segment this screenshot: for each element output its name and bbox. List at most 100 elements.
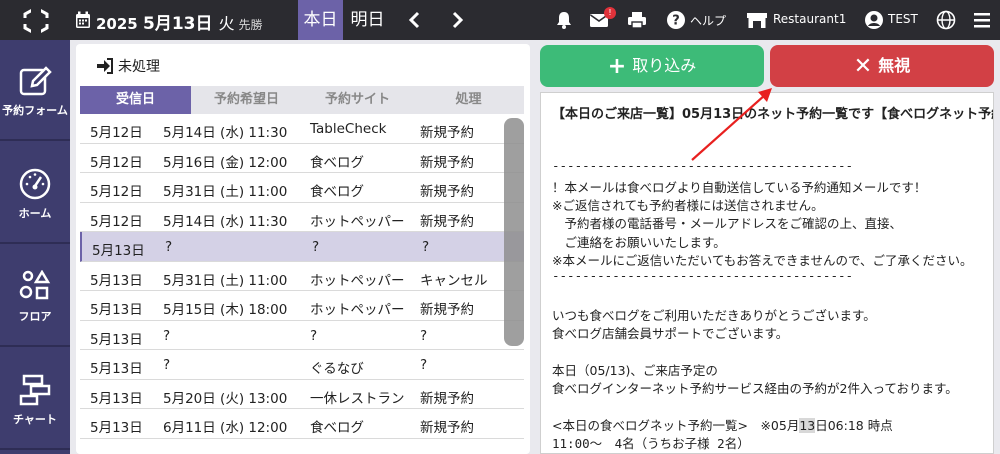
cell-site: ホットペッパー [310, 302, 405, 318]
cell-action: ? [420, 327, 428, 344]
restaurant-selector[interactable]: Restaurant1 [773, 12, 846, 26]
sidebar-item-label: チャート [13, 413, 57, 426]
cell-site: ぐるなび [310, 361, 364, 377]
cell-received: 5月12日 [90, 184, 143, 200]
cell-received: 5月13日 [90, 272, 143, 289]
calendar-icon[interactable] [75, 11, 91, 29]
notification-badge: ! [604, 7, 616, 19]
edit-icon [19, 66, 52, 96]
table-row[interactable]: 5月13日??? [80, 321, 524, 350]
tomorrow-button[interactable]: 明日 [345, 0, 390, 40]
import-button[interactable]: + 取り込み [540, 45, 764, 87]
table-row[interactable]: 5月13日 5月20日 (火) 13:00 一休レストラン 新規予約 [80, 380, 524, 409]
mail-line: <本日の食べログネット予約一覧> ※05月13日06:18 時点 [552, 415, 893, 434]
table-row[interactable]: 5月13日 5月15日 (木) 18:00 ホットペッパー 新規予約 [80, 291, 524, 321]
cell-action: 新規予約 [420, 213, 474, 230]
column-header-action[interactable]: 処理 [413, 86, 524, 114]
mail-preview[interactable]: 【本日のご来店一覧】05月13日のネット予約一覧です【食べログネット予約】 --… [540, 92, 994, 454]
table-row[interactable]: 5月13日? ぐるなび? [80, 350, 524, 380]
cell-received: 5月13日 [90, 420, 143, 436]
column-header-received[interactable]: 受信日 [80, 86, 191, 114]
sidebar-item-label: 予約フォーム [2, 104, 68, 117]
table-row-selected[interactable]: 5月13日??? [80, 232, 524, 262]
mail-line: 食べログインターネット予約サービス経由の予約が2件入っております。 [552, 381, 958, 396]
cell-requested: ? [163, 357, 171, 373]
close-icon: ✕ [853, 54, 873, 79]
today-button[interactable]: 本日 [298, 0, 343, 40]
printer-icon[interactable] [627, 10, 647, 30]
table-row[interactable]: 5月12日 5月31日 (土) 11:00 食べログ 新規予約 [80, 173, 524, 203]
store-icon[interactable] [746, 10, 768, 30]
date-weekday: 火 [218, 14, 235, 33]
sidebar-item-home[interactable]: ホーム [0, 143, 70, 244]
cell-site: ホットペッパー [310, 272, 405, 289]
cell-action: 新規予約 [420, 420, 474, 436]
next-day-button[interactable] [446, 0, 470, 40]
column-header-requested-date[interactable]: 予約希望日 [191, 86, 302, 114]
sidebar-item-chart[interactable]: チャート [0, 349, 70, 450]
table-header: 受信日 予約希望日 予約サイト 処理 [80, 86, 524, 114]
column-header-site[interactable]: 予約サイト [302, 86, 413, 114]
cell-requested: 5月14日 (水) 11:30 [163, 213, 288, 230]
cell-requested: 5月31日 (土) 11:00 [163, 184, 288, 200]
mail-line-part: <本日の食べログネット予約一覧> ※05月 [552, 418, 800, 433]
cell-action: 新規予約 [420, 125, 474, 141]
svg-text:?: ? [672, 14, 680, 29]
cell-received: 5月13日 [90, 361, 143, 377]
cell-requested: ? [163, 327, 171, 344]
top-bar: 2025 5月13日火先勝 本日 明日 ! ? ヘルプ Restaurant1 … [0, 0, 1000, 40]
cell-action: ? [422, 239, 430, 255]
sidebar-item-floor[interactable]: フロア [0, 246, 70, 347]
cell-received: 5月12日 [90, 125, 143, 141]
table-row[interactable]: 5月13日 6月11日 (水) 12:00 食べログ 新規予約 [80, 409, 524, 439]
help-icon[interactable]: ? [666, 10, 686, 30]
table-row[interactable]: 5月13日 5月31日 (土) 11:00 ホットペッパー キャンセル [80, 262, 524, 291]
cell-site: 食べログ [310, 154, 364, 171]
mail-line: ※本メールにご返信いただいてもお答えできませんので、ご了承ください。 [552, 253, 973, 268]
mail-line: 11:00〜 4名（うちお子様 2名） [552, 436, 750, 451]
date-year: 2025 [96, 15, 138, 33]
hamburger-menu-icon[interactable] [972, 10, 992, 30]
mail-line: ---------------------------------------- [552, 268, 854, 283]
help-link[interactable]: ヘルプ [690, 12, 726, 29]
list-scrollbar[interactable] [504, 118, 524, 346]
table-row[interactable]: 5月12日 5月16日 (金) 12:00 食べログ 新規予約 [80, 144, 524, 173]
floor-icon [19, 270, 51, 300]
cell-requested: 6月11日 (水) 12:00 [163, 420, 288, 436]
cell-requested: 5月31日 (土) 11:00 [163, 272, 288, 289]
table-row[interactable]: 5月12日 5月14日 (水) 11:30 ホットペッパー 新規予約 [80, 203, 524, 232]
cell-action: キャンセル [420, 272, 488, 289]
plus-icon: + [607, 54, 627, 79]
date-rokuyo: 先勝 [238, 18, 263, 32]
dashboard-icon [19, 168, 51, 200]
cell-received: 5月13日 [92, 243, 145, 259]
panel-title-text: 未処理 [118, 59, 160, 75]
cell-site: 食べログ [310, 420, 364, 436]
mail-line: 食べログ店舗会員サポートでございます。 [552, 326, 789, 341]
cell-received: 5月12日 [90, 213, 143, 230]
ignore-button[interactable]: ✕ 無視 [770, 45, 994, 87]
cell-requested: ? [165, 239, 173, 255]
cell-action: 新規予約 [420, 184, 474, 200]
sidebar: 予約フォーム ホーム フロア チャート [0, 40, 70, 454]
mail-subject: 【本日のご来店一覧】05月13日のネット予約一覧です【食べログネット予約】 [552, 107, 994, 122]
chevron-right-icon [452, 11, 464, 29]
user-menu[interactable]: TEST [888, 12, 918, 26]
cell-site: TableCheck [310, 121, 387, 137]
current-date[interactable]: 2025 5月13日火先勝 [96, 9, 263, 34]
mail-line: 本日（05/13)、ご来店予定の [552, 363, 718, 378]
prev-day-button[interactable] [402, 0, 426, 40]
cell-received: 5月13日 [90, 302, 143, 318]
table-row[interactable]: 5月12日 5月14日 (水) 11:30 TableCheck 新規予約 [80, 114, 524, 144]
cell-site: ? [310, 327, 318, 344]
mail-line-part: 日06:18 時点 [815, 418, 893, 433]
user-avatar-icon[interactable] [864, 10, 884, 30]
sidebar-item-reservation-form[interactable]: 予約フォーム [0, 40, 70, 141]
globe-icon[interactable] [936, 10, 956, 30]
mail-line: ---------------------------------------- [552, 158, 854, 173]
bell-icon[interactable] [554, 10, 574, 30]
cell-action: 新規予約 [420, 302, 474, 318]
app-logo-icon[interactable] [22, 7, 50, 35]
mail-line: ※ご返信されても予約者様には送信されません。 [552, 198, 824, 213]
chevron-left-icon [408, 11, 420, 29]
